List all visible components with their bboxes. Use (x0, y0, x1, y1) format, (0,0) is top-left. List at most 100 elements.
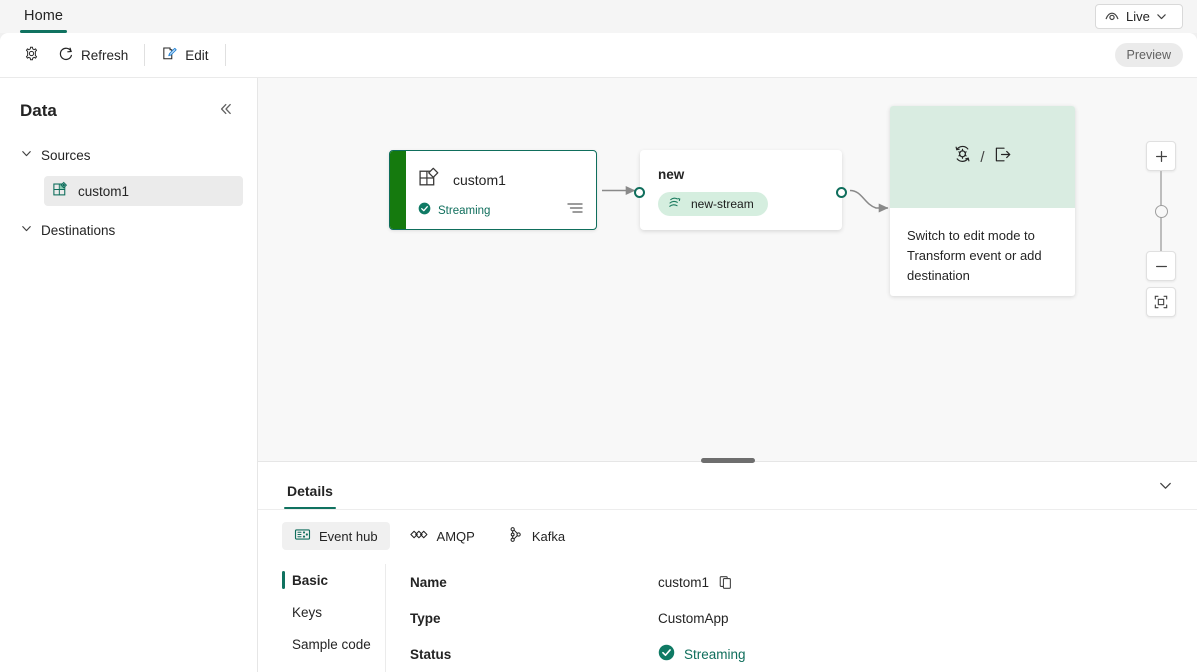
chevron-down-icon (20, 147, 33, 163)
field-key-status: Status (410, 646, 452, 662)
zoom-slider-knob[interactable] (1154, 204, 1168, 218)
node-status-label: Streaming (438, 204, 491, 217)
zoom-slider[interactable] (1146, 171, 1176, 251)
placeholder-text: Switch to edit mode to Transform event o… (907, 228, 1042, 284)
checkmark-circle-icon (658, 644, 675, 664)
sidebar-item-custom1-label: custom1 (78, 183, 130, 199)
tab-event-hub-label: Event hub (319, 528, 378, 544)
app-window: Home Live Refresh Edit Preview Data Sour… (0, 0, 1197, 672)
chevron-down-icon (20, 222, 33, 238)
chevron-down-icon (1157, 477, 1174, 499)
side-nav-keys-label: Keys (292, 604, 323, 620)
settings-button[interactable] (14, 40, 49, 70)
stream-chip-label: new-stream (691, 197, 754, 211)
field-value-name-text: custom1 (658, 574, 710, 590)
eventstream-icon (667, 195, 683, 214)
transform-event-icon (952, 144, 973, 170)
node-header: custom1 (418, 166, 506, 194)
amqp-icon (409, 527, 429, 545)
stream-input-port[interactable] (634, 187, 645, 198)
tab-kafka[interactable]: Kafka (495, 522, 577, 550)
node-status-strip (390, 151, 406, 229)
tab-details-label: Details (287, 482, 333, 499)
details-panel: Details Event hub AMQP Kafka Basic Keys … (258, 458, 1197, 672)
edit-button[interactable]: Edit (152, 40, 217, 70)
refresh-button[interactable]: Refresh (49, 40, 137, 70)
stream-output-port[interactable] (836, 187, 847, 198)
stream-chip[interactable]: new-stream (658, 192, 768, 216)
live-mode-label: Live (1126, 9, 1150, 24)
chevron-down-icon (1156, 11, 1167, 22)
edit-pencil-icon (161, 45, 178, 65)
field-row-status: Status Streaming (410, 636, 1197, 672)
command-separator-1 (144, 44, 146, 66)
edit-label: Edit (185, 47, 209, 63)
sidebar-header: Data (0, 78, 257, 124)
sidebar-group-destinations-label: Destinations (41, 222, 116, 238)
preview-badge: Preview (1114, 43, 1183, 67)
details-collapse-button[interactable] (1151, 474, 1179, 502)
refresh-label: Refresh (81, 47, 129, 63)
refresh-icon (58, 46, 74, 65)
add-destination-icon (992, 144, 1013, 170)
tab-event-hub[interactable]: Event hub (282, 522, 390, 550)
tab-details[interactable]: Details (284, 462, 336, 509)
event-hub-icon (294, 526, 311, 546)
details-body: Basic Keys Sample code Name custom1 Type… (258, 564, 1197, 672)
placeholder-icons: / (890, 106, 1075, 208)
eventstream-canvas[interactable]: custom1 Streaming new new-stream / Switc… (258, 78, 1197, 461)
command-bar: Refresh Edit Preview (0, 33, 1197, 78)
fit-to-screen-button[interactable] (1146, 287, 1176, 317)
title-bar: Home Live (0, 0, 1197, 33)
edge-stream-to-placeholder (849, 189, 889, 213)
customapp-icon (52, 181, 69, 201)
canvas-node-new-stream[interactable]: new new-stream (634, 150, 847, 230)
zoom-out-button[interactable] (1146, 251, 1176, 281)
canvas-placeholder-card[interactable]: / Switch to edit mode to Transform event… (890, 106, 1075, 296)
field-key-name: Name (410, 574, 447, 590)
tab-amqp-label: AMQP (436, 528, 475, 544)
side-nav-sample-code-label: Sample code (292, 636, 371, 652)
live-mode-button[interactable]: Live (1095, 4, 1183, 29)
node-title: custom1 (453, 172, 506, 188)
copy-icon[interactable] (718, 575, 733, 590)
field-row-type: Type CustomApp (410, 600, 1197, 636)
sidebar-title: Data (20, 101, 57, 120)
side-nav-basic-label: Basic (292, 572, 329, 588)
details-header: Details (258, 462, 1197, 510)
side-nav-sample-code[interactable]: Sample code (282, 628, 385, 660)
tab-kafka-label: Kafka (531, 528, 566, 544)
sidebar-collapse-button[interactable] (213, 98, 239, 124)
tab-home-label: Home (24, 8, 64, 24)
side-nav-basic[interactable]: Basic (282, 564, 385, 596)
zoom-in-button[interactable] (1146, 141, 1176, 171)
sidebar-group-sources-label: Sources (41, 147, 91, 163)
side-nav-keys[interactable]: Keys (282, 596, 385, 628)
data-sidebar: Data Sources custom1 Destinations (0, 78, 258, 672)
menu-lines-icon[interactable] (566, 201, 584, 220)
eye-icon (1104, 9, 1120, 25)
tab-home[interactable]: Home (18, 0, 69, 33)
placeholder-separator: / (980, 148, 985, 166)
field-key-type: Type (410, 610, 441, 626)
tab-details-underline (284, 506, 336, 509)
gear-icon (23, 45, 40, 65)
details-field-table: Name custom1 Type CustomApp Status Strea… (386, 564, 1197, 672)
sidebar-item-custom1[interactable]: custom1 (44, 176, 243, 206)
sidebar-tree: Sources custom1 Destinations (0, 140, 257, 245)
double-chevron-left-icon (218, 101, 234, 122)
details-side-nav: Basic Keys Sample code (258, 564, 386, 672)
checkmark-circle-icon (418, 202, 431, 220)
sidebar-group-destinations[interactable]: Destinations (0, 215, 257, 245)
field-value-status: Streaming (658, 644, 746, 664)
field-value-type: CustomApp (658, 610, 729, 626)
protocol-tabs: Event hub AMQP Kafka (258, 510, 1197, 550)
command-separator-2 (224, 44, 226, 66)
customapp-icon (418, 166, 441, 194)
zoom-controls (1146, 141, 1176, 317)
canvas-node-custom1[interactable]: custom1 Streaming (389, 150, 597, 230)
tab-amqp[interactable]: AMQP (398, 522, 487, 550)
sidebar-group-sources[interactable]: Sources (0, 140, 257, 170)
kafka-icon (507, 526, 524, 546)
node-footer: Streaming (418, 201, 584, 220)
